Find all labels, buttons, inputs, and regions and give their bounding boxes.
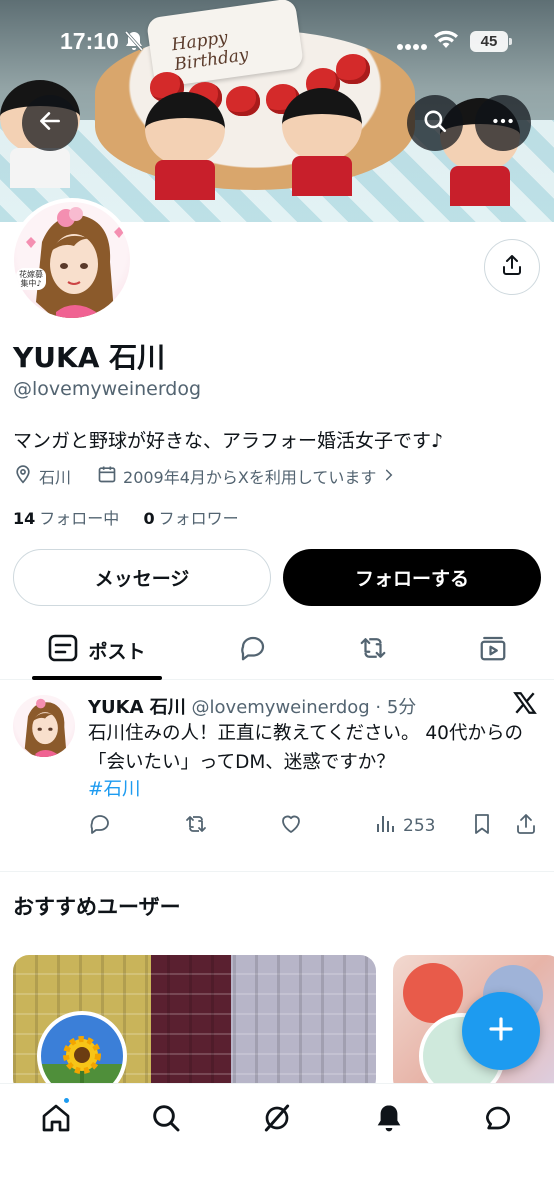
bookmark-icon: [470, 812, 494, 841]
media-tab-icon: [478, 633, 508, 667]
following-count: 14: [13, 509, 36, 528]
followers-link[interactable]: 0 フォロワー: [143, 509, 238, 528]
strawberry: [226, 86, 260, 116]
follow-button[interactable]: フォローする: [283, 549, 541, 606]
recommendations-title: おすすめユーザー: [13, 895, 181, 919]
like-button[interactable]: [278, 808, 304, 844]
more-button[interactable]: [475, 95, 531, 151]
explore-icon: [150, 1102, 182, 1138]
chevron-right-icon[interactable]: [382, 467, 396, 486]
more-icon: [490, 108, 516, 138]
figurine: [145, 92, 225, 200]
tab-reposts[interactable]: [343, 620, 403, 680]
profile-meta: 石川 2009年4月からXを利用しています: [13, 464, 396, 488]
silent-bell-icon: [124, 30, 144, 57]
post-meta: @lovemyweinerdog · 5分: [191, 697, 417, 718]
section-divider: [0, 871, 554, 872]
profile-joined[interactable]: 2009年4月からXを利用しています: [123, 464, 376, 488]
profile-avatar[interactable]: 花嫁募集中♪: [10, 198, 134, 322]
search-icon: [422, 108, 448, 138]
tab-replies[interactable]: [223, 620, 283, 680]
status-bar: 17:10 45: [0, 0, 554, 80]
repost-icon: [183, 812, 209, 841]
followers-label: フォロワー: [158, 509, 239, 528]
post-author[interactable]: YUKA 石川: [88, 697, 186, 718]
compose-button[interactable]: [462, 992, 540, 1070]
follow-counts: 14 フォロー中 0 フォロワー: [13, 505, 239, 529]
reply-icon: [88, 812, 112, 841]
recommended-user-card[interactable]: [13, 955, 376, 1095]
figurine: [282, 88, 362, 196]
reply-tab-icon: [238, 633, 268, 667]
calendar-icon: [97, 464, 117, 488]
views-icon: [375, 812, 397, 841]
followers-count: 0: [143, 509, 155, 528]
messages-icon: [482, 1102, 514, 1138]
following-link[interactable]: 14 フォロー中: [13, 509, 119, 528]
profile-handle: @lovemyweinerdog: [13, 378, 202, 400]
post-avatar[interactable]: [13, 695, 75, 757]
grok-icon: [261, 1102, 293, 1138]
post-header: YUKA 石川 @lovemyweinerdog · 5分: [88, 693, 416, 719]
back-button[interactable]: [22, 95, 78, 151]
tab-posts-label: ポスト: [88, 640, 146, 663]
notifications-icon: [373, 1102, 405, 1138]
views-count: 253: [403, 816, 436, 836]
nav-notifications[interactable]: [369, 1100, 409, 1140]
share-post-icon: [514, 812, 538, 841]
share-post-button[interactable]: [514, 808, 538, 844]
home-icon: [40, 1102, 72, 1138]
repost-tab-icon: [357, 633, 389, 667]
post-tab-icon: [48, 634, 78, 667]
battery-indicator: 45: [470, 31, 512, 52]
back-arrow-icon: [37, 108, 63, 138]
nav-messages[interactable]: [478, 1100, 518, 1140]
post-hashtag[interactable]: #石川: [88, 775, 141, 801]
plus-icon: [486, 1014, 516, 1048]
signal-icon: [397, 38, 427, 56]
profile-tabs: ポスト: [0, 620, 554, 680]
share-icon: [500, 253, 524, 281]
message-button[interactable]: メッセージ: [13, 549, 271, 606]
nav-explore[interactable]: [146, 1100, 186, 1140]
tab-media[interactable]: [463, 620, 523, 680]
share-profile-button[interactable]: [484, 239, 540, 295]
profile-location: 石川: [39, 468, 72, 487]
reply-button[interactable]: [88, 808, 112, 844]
repost-button[interactable]: [183, 808, 209, 844]
profile-name: YUKA 石川: [13, 341, 166, 374]
nav-grok[interactable]: [257, 1100, 297, 1140]
profile-bio: マンガと野球が好きな、アラフォー婚活女子です♪: [13, 430, 444, 452]
avatar-badge-text: 花嫁募集中♪: [16, 268, 46, 290]
views-button[interactable]: 253: [375, 808, 435, 844]
status-time: 17:10: [60, 28, 119, 54]
tab-posts[interactable]: ポスト: [32, 620, 162, 680]
location-icon: [13, 464, 33, 488]
bookmark-button[interactable]: [470, 808, 494, 844]
post-text: 石川住みの人！正直に教えてください。 40代からの「会いたい」ってDM、迷惑です…: [88, 723, 523, 773]
following-label: フォロー中: [39, 509, 120, 528]
nav-home[interactable]: [36, 1100, 76, 1140]
like-icon: [278, 812, 304, 841]
avatar-illustration: 花嫁募集中♪: [14, 202, 130, 318]
home-notification-dot: [62, 1096, 71, 1105]
wifi-icon: [433, 30, 459, 55]
post-actions: 253: [0, 808, 554, 844]
bottom-nav: [0, 1083, 554, 1200]
search-button[interactable]: [407, 95, 463, 151]
tab-active-indicator: [32, 676, 162, 680]
